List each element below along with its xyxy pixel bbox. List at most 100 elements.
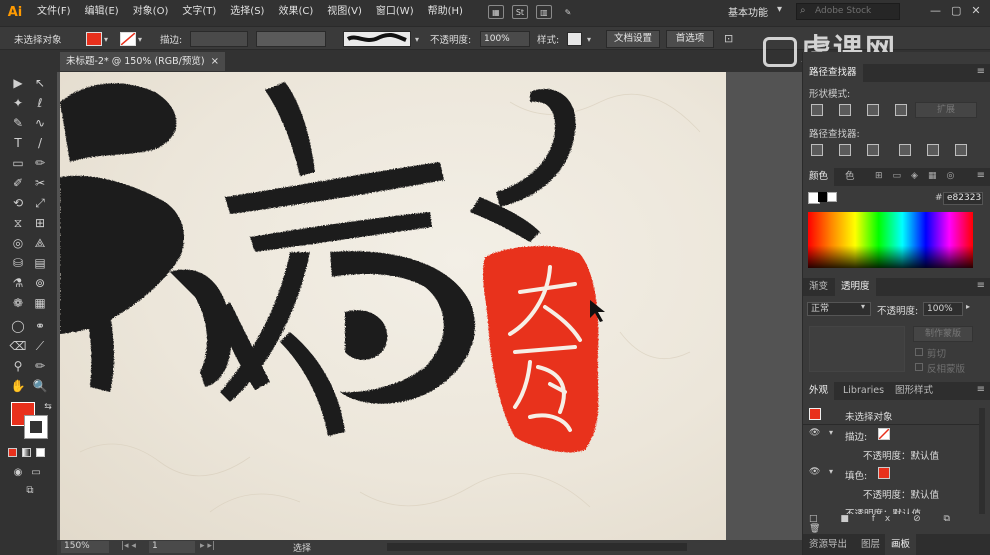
exclude-icon[interactable] (895, 104, 907, 116)
chevron-down-icon[interactable]: ▾ (415, 35, 419, 44)
minus-back-icon[interactable] (955, 144, 967, 156)
invert-mask-checkbox[interactable] (915, 363, 923, 371)
none-mode-icon[interactable] (36, 448, 45, 457)
eye-icon[interactable]: 👁 (809, 467, 820, 477)
close-window-button[interactable]: ✕ (971, 4, 980, 17)
blend-tool-icon[interactable]: ⊚ (30, 274, 50, 292)
panel-menu-icon[interactable]: ≡ (977, 66, 985, 77)
panel-menu-icon[interactable]: ≡ (977, 384, 985, 395)
arrange-icon[interactable]: ▥ (535, 5, 552, 19)
scissors-tool-icon[interactable]: ✂ (30, 174, 50, 192)
rectangle-tool-icon[interactable]: ▭ (8, 154, 28, 172)
tab-graphic-styles[interactable]: 图形样式 (889, 382, 939, 400)
intersect-icon[interactable] (867, 104, 879, 116)
lasso-icon[interactable]: ℓ (30, 94, 50, 112)
white-swatch[interactable] (827, 192, 837, 202)
hand-tool-icon[interactable]: ✋ (8, 377, 28, 395)
chevron-down-icon[interactable]: ▾ (861, 302, 865, 311)
divide-icon[interactable] (811, 144, 823, 156)
stock-icon[interactable]: St (511, 5, 528, 19)
close-tab-icon[interactable]: × (211, 52, 219, 71)
opacity-input[interactable]: 100% (480, 31, 530, 47)
color-spectrum[interactable] (808, 212, 973, 268)
clip-checkbox[interactable] (915, 348, 923, 356)
stroke-color-swatch[interactable] (120, 32, 136, 46)
eyedropper-tool-icon[interactable]: ⚗ (8, 274, 28, 292)
menu-edit[interactable]: 编辑(E) (78, 0, 126, 24)
unite-icon[interactable] (811, 104, 823, 116)
fill-color-swatch[interactable] (86, 32, 102, 46)
calligraphy-artwork[interactable] (60, 72, 726, 540)
last-artboard-icon[interactable]: ▸ ▸| (200, 541, 215, 551)
width-tool-icon[interactable]: ⧖ (8, 214, 28, 232)
transparency-opacity-input[interactable]: 100% (923, 302, 963, 316)
minimize-button[interactable]: — (930, 4, 941, 17)
free-transform-tool-icon[interactable]: ⊞ (30, 214, 50, 232)
color-mode-icon[interactable] (8, 448, 17, 457)
edit-toolbar-icon[interactable]: ⧉ (20, 482, 40, 500)
make-mask-button[interactable]: 制作蒙版 (913, 326, 973, 342)
tab-appearance[interactable]: 外观 (803, 382, 835, 400)
gradient-tool-icon[interactable]: ▤ (30, 254, 50, 272)
document-tab[interactable]: 未标题-2* @ 150% (RGB/预览) × (60, 52, 225, 71)
tab-libraries[interactable]: Libraries (837, 382, 890, 400)
graphic-style-swatch[interactable] (567, 32, 582, 46)
chevron-down-icon[interactable]: ▾ (104, 35, 108, 44)
symbol-sprayer-tool-icon[interactable]: ❁ (8, 294, 28, 312)
trim-icon[interactable] (839, 144, 851, 156)
tab-asset-export[interactable]: 资源导出 (803, 534, 853, 555)
screen-mode-icon[interactable]: ▭ (26, 464, 46, 482)
zoom-tool-icon[interactable]: 🔍 (30, 377, 50, 395)
mesh-tool-icon[interactable]: ⛁ (8, 254, 28, 272)
tab-color-guide[interactable]: 色 (839, 168, 861, 186)
stroke-weight-field[interactable] (190, 31, 248, 47)
panel-menu-icon[interactable]: ≡ (977, 280, 985, 291)
menu-view[interactable]: 视图(V) (320, 0, 369, 24)
direct-selection-tool-icon[interactable]: ↖ (30, 74, 50, 92)
stroke-swatch-small[interactable] (878, 428, 890, 440)
tab-transparency[interactable]: 透明度 (835, 278, 876, 296)
grid-icon[interactable]: ▦ (487, 5, 504, 19)
menu-help[interactable]: 帮助(H) (421, 0, 470, 24)
document-setup-button[interactable]: 文档设置 (606, 30, 660, 48)
knife-tool-icon[interactable]: ⟋ (30, 337, 50, 355)
tab-artboards[interactable]: 画板 (885, 534, 917, 555)
crop-icon[interactable] (899, 144, 911, 156)
curvature-tool-icon[interactable]: ∿ (30, 114, 50, 132)
paintbrush-tool-icon[interactable]: ✏ (30, 154, 50, 172)
draw-mode-icon[interactable]: ◉ (8, 464, 28, 482)
chevron-down-icon[interactable]: ▾ (829, 467, 833, 476)
line-tool-icon[interactable]: / (30, 134, 50, 152)
align-icon[interactable]: ⊡ (724, 32, 733, 45)
chevron-down-icon[interactable]: ▾ (777, 4, 782, 15)
eye-icon[interactable]: 👁 (809, 428, 820, 438)
puppet-warp-icon[interactable]: ⚲ (8, 357, 28, 375)
chevron-down-icon[interactable]: ▾ (587, 35, 591, 44)
chevron-right-icon[interactable]: ▸ (966, 302, 970, 311)
panel-menu-icon[interactable]: ≡ (977, 170, 985, 181)
chevron-down-icon[interactable]: ▾ (829, 428, 833, 437)
artboard-number-field[interactable]: 1 (149, 541, 195, 553)
appearance-scrollbar[interactable] (979, 408, 985, 518)
tab-pathfinder[interactable]: 路径查找器 (803, 64, 863, 82)
scale-tool-icon[interactable]: ⤢ (30, 194, 50, 212)
variable-width-profile[interactable] (256, 31, 326, 47)
horizontal-scrollbar[interactable] (387, 543, 687, 551)
menu-window[interactable]: 窗口(W) (369, 0, 421, 24)
zoom-level-field[interactable]: 150% (61, 541, 109, 553)
hex-input[interactable]: e82323 (943, 192, 983, 205)
expand-button[interactable]: 扩展 (915, 102, 977, 118)
pencil-tool-icon[interactable]: ✏ (30, 357, 50, 375)
column-graph-tool-icon[interactable]: ▦ (30, 294, 50, 312)
shaper-tool-icon[interactable]: ✐ (8, 174, 28, 192)
menu-object[interactable]: 对象(O) (126, 0, 176, 24)
preferences-button[interactable]: 首选项 (666, 30, 714, 48)
selection-tool-icon[interactable]: ▶ (8, 74, 28, 92)
fill-swatch-small[interactable] (878, 467, 890, 479)
gradient-mode-icon[interactable] (22, 448, 31, 457)
first-artboard-icon[interactable]: |◂ ◂ (121, 541, 136, 551)
stroke-swatch[interactable] (24, 415, 48, 439)
minus-front-icon[interactable] (839, 104, 851, 116)
slice-tool-icon[interactable]: ⚭ (30, 317, 50, 335)
tab-layers[interactable]: 图层 (855, 534, 886, 555)
